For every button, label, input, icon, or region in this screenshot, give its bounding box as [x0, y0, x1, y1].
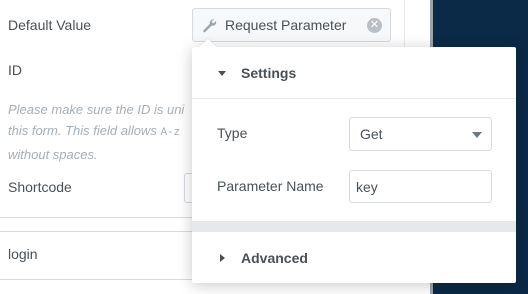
dynamic-tag-settings-popover: Settings Type Get Parameter Name key Adv…: [192, 38, 516, 283]
id-help-line-2-text: this form. This field allows: [8, 123, 161, 138]
close-circle-icon[interactable]: ✕: [367, 18, 382, 33]
popover-section-separator: [192, 221, 516, 232]
id-help-line-3: without spaces.: [8, 147, 98, 162]
id-help-line-2: this form. This field allows A-z: [8, 120, 208, 144]
settings-section-toggle[interactable]: Settings: [192, 47, 516, 98]
caret-right-icon: [220, 253, 225, 262]
wrench-icon: [203, 19, 217, 33]
default-value-tag-label: Request Parameter: [225, 17, 347, 33]
parameter-name-input[interactable]: key: [349, 170, 492, 203]
id-label: ID: [8, 62, 22, 78]
login-item-label[interactable]: login: [8, 246, 38, 262]
id-help-line-1: Please make sure the ID is uni: [8, 102, 185, 117]
id-help-note: Please make sure the ID is uni this form…: [8, 99, 208, 165]
type-select-value: Get: [360, 126, 383, 142]
advanced-section-toggle[interactable]: Advanced: [192, 232, 516, 283]
caret-down-icon: [218, 70, 226, 76]
parameter-name-label: Parameter Name: [217, 178, 324, 194]
popover-divider: [192, 98, 516, 99]
type-label: Type: [217, 125, 248, 141]
type-select[interactable]: Get: [349, 117, 492, 151]
chevron-down-icon: [472, 132, 482, 138]
settings-heading: Settings: [241, 64, 297, 81]
default-value-label: Default Value: [8, 17, 92, 33]
advanced-heading: Advanced: [241, 249, 308, 266]
shortcode-label: Shortcode: [8, 179, 72, 195]
id-help-code: A-z: [160, 127, 181, 139]
default-value-dynamic-tag[interactable]: Request Parameter ✕: [192, 8, 391, 42]
